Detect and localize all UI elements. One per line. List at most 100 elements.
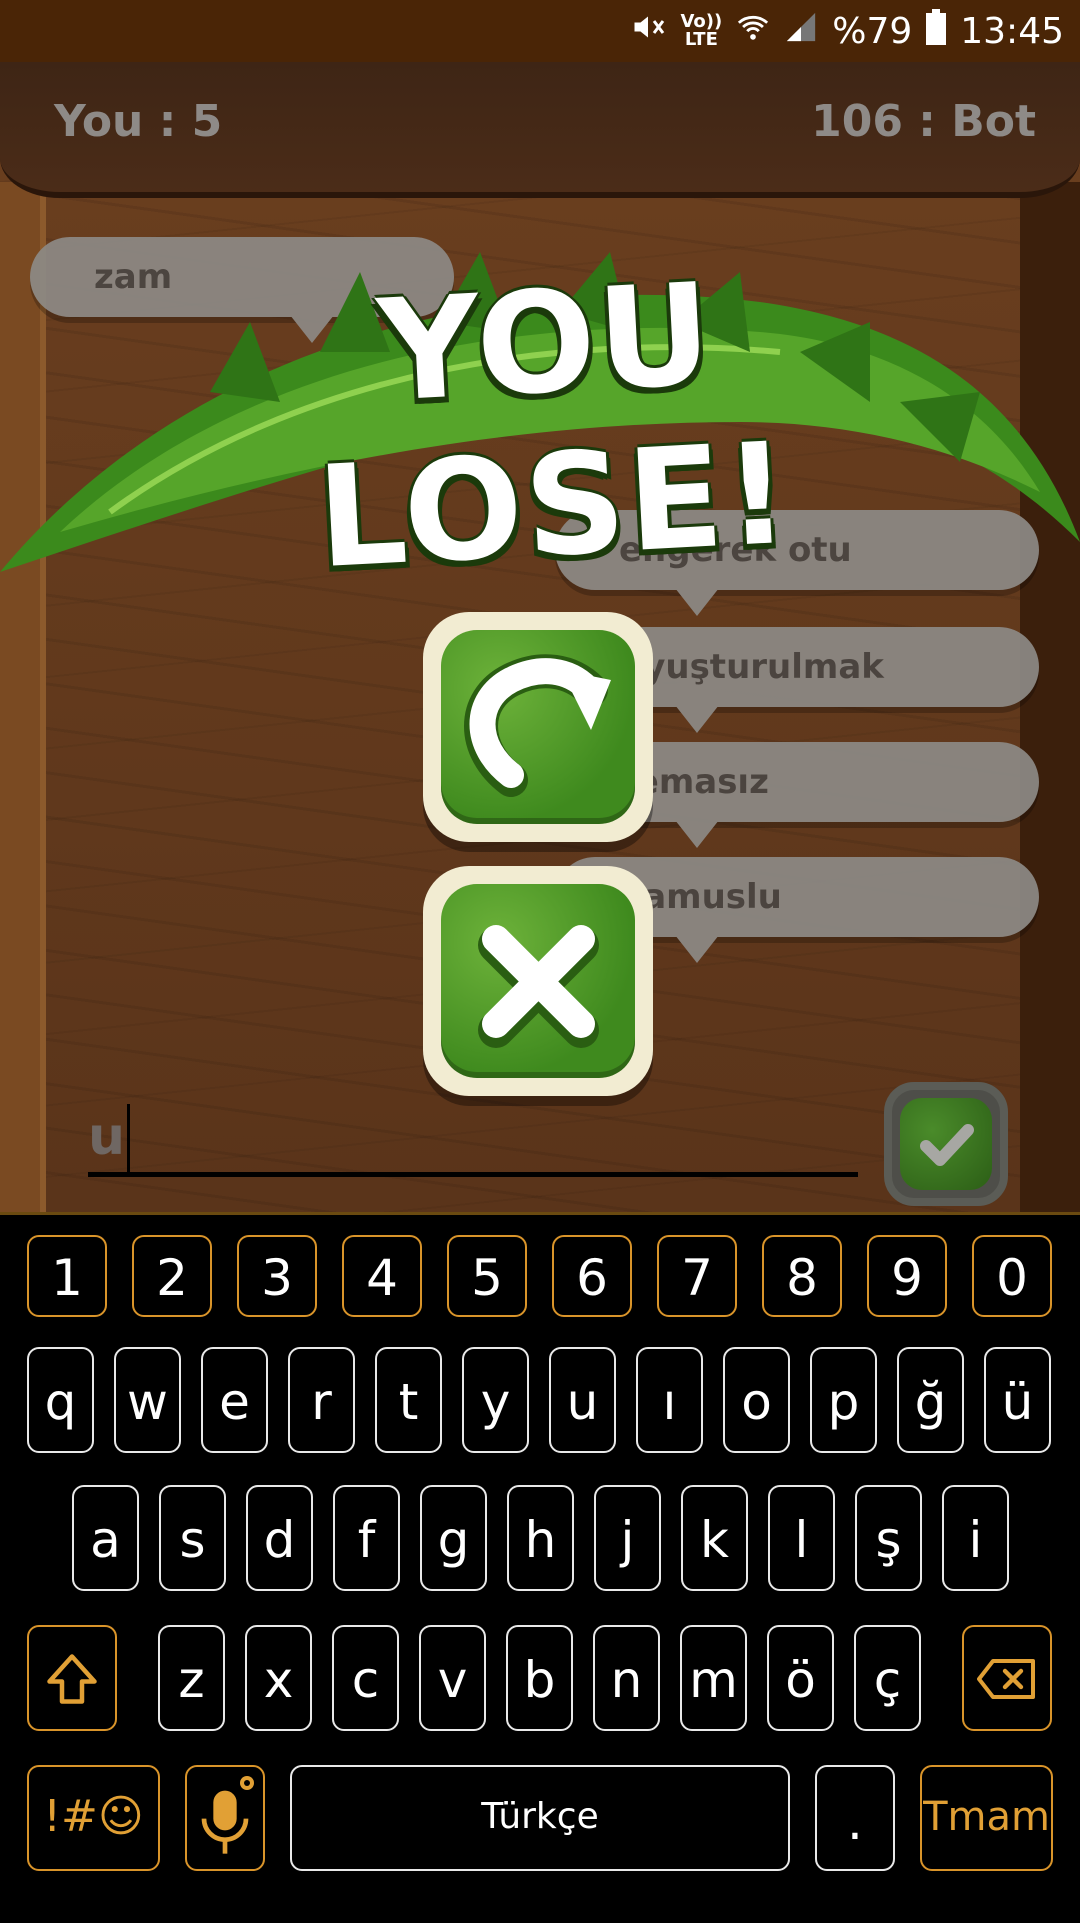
- key-label: k: [700, 1511, 729, 1569]
- key-w[interactable]: w: [114, 1347, 181, 1453]
- backspace-key[interactable]: [962, 1625, 1052, 1731]
- key-label: t: [398, 1373, 419, 1431]
- period-key[interactable]: .: [815, 1765, 895, 1871]
- key-label: x: [263, 1651, 294, 1709]
- key-u[interactable]: u: [549, 1347, 616, 1453]
- key-2[interactable]: 2: [132, 1235, 212, 1317]
- key-r[interactable]: r: [288, 1347, 355, 1453]
- key-8[interactable]: 8: [762, 1235, 842, 1317]
- key-ö[interactable]: ö: [767, 1625, 834, 1731]
- key-c[interactable]: c: [332, 1625, 399, 1731]
- word-input-value: u: [88, 1107, 126, 1167]
- settings-gear-icon: [240, 1776, 254, 1790]
- key-label: 0: [996, 1249, 1028, 1307]
- key-i[interactable]: i: [942, 1485, 1009, 1591]
- key-ğ[interactable]: ğ: [897, 1347, 964, 1453]
- key-4[interactable]: 4: [342, 1235, 422, 1317]
- key-k[interactable]: k: [681, 1485, 748, 1591]
- key-z[interactable]: z: [158, 1625, 225, 1731]
- key-5[interactable]: 5: [447, 1235, 527, 1317]
- key-label: 2: [156, 1249, 188, 1307]
- key-v[interactable]: v: [419, 1625, 486, 1731]
- close-button-face: [441, 884, 635, 1078]
- key-label: a: [90, 1511, 121, 1569]
- checkmark-icon: [920, 1124, 974, 1166]
- key-ı[interactable]: ı: [636, 1347, 703, 1453]
- symbols-key-label: !#☺: [43, 1791, 144, 1842]
- key-label: y: [480, 1373, 511, 1431]
- key-label: r: [311, 1373, 332, 1431]
- key-label: d: [263, 1511, 296, 1569]
- wifi-icon: [736, 10, 770, 53]
- key-1[interactable]: 1: [27, 1235, 107, 1317]
- retry-button[interactable]: [423, 612, 653, 842]
- key-ç[interactable]: ç: [854, 1625, 921, 1731]
- key-label: 4: [366, 1249, 398, 1307]
- key-s[interactable]: s: [159, 1485, 226, 1591]
- space-key[interactable]: Türkçe: [290, 1765, 790, 1871]
- signal-icon: [784, 10, 818, 53]
- space-key-label: Türkçe: [481, 1796, 599, 1837]
- key-6[interactable]: 6: [552, 1235, 632, 1317]
- done-key-label: Tmam: [923, 1794, 1050, 1840]
- key-9[interactable]: 9: [867, 1235, 947, 1317]
- key-label: ü: [1001, 1373, 1034, 1431]
- key-m[interactable]: m: [680, 1625, 747, 1731]
- key-x[interactable]: x: [245, 1625, 312, 1731]
- key-label: w: [127, 1373, 168, 1431]
- key-label: b: [523, 1651, 556, 1709]
- shift-icon: [47, 1654, 97, 1704]
- key-g[interactable]: g: [420, 1485, 487, 1591]
- key-3[interactable]: 3: [237, 1235, 317, 1317]
- key-label: l: [794, 1511, 809, 1569]
- key-label: f: [357, 1511, 376, 1569]
- key-label: 6: [576, 1249, 608, 1307]
- key-ü[interactable]: ü: [984, 1347, 1051, 1453]
- key-7[interactable]: 7: [657, 1235, 737, 1317]
- word-input[interactable]: u: [88, 1102, 858, 1177]
- battery-icon: [926, 8, 947, 54]
- period-key-label: .: [847, 1793, 863, 1851]
- done-key[interactable]: Tmam: [920, 1765, 1053, 1871]
- key-label: ş: [875, 1511, 902, 1569]
- key-label: j: [620, 1511, 635, 1569]
- key-t[interactable]: t: [375, 1347, 442, 1453]
- clock: 13:45: [960, 10, 1064, 52]
- symbols-key[interactable]: !#☺: [27, 1765, 160, 1871]
- key-n[interactable]: n: [593, 1625, 660, 1731]
- submit-button[interactable]: [884, 1082, 1008, 1206]
- key-label: g: [437, 1511, 470, 1569]
- submit-button-face: [900, 1098, 992, 1190]
- key-a[interactable]: a: [72, 1485, 139, 1591]
- key-b[interactable]: b: [506, 1625, 573, 1731]
- key-label: 1: [51, 1249, 83, 1307]
- key-label: 5: [471, 1249, 503, 1307]
- close-button[interactable]: [423, 866, 653, 1096]
- key-label: n: [610, 1651, 643, 1709]
- key-ş[interactable]: ş: [855, 1485, 922, 1591]
- voice-input-key[interactable]: [185, 1765, 265, 1871]
- key-0[interactable]: 0: [972, 1235, 1052, 1317]
- key-label: 9: [891, 1249, 923, 1307]
- key-j[interactable]: j: [594, 1485, 661, 1591]
- key-f[interactable]: f: [333, 1485, 400, 1591]
- key-p[interactable]: p: [810, 1347, 877, 1453]
- key-label: e: [219, 1373, 250, 1431]
- key-label: q: [44, 1373, 77, 1431]
- close-icon: [478, 925, 599, 1048]
- key-y[interactable]: y: [462, 1347, 529, 1453]
- key-l[interactable]: l: [768, 1485, 835, 1591]
- shift-key[interactable]: [27, 1625, 117, 1731]
- key-label: v: [437, 1651, 468, 1709]
- player-score: You : 5: [54, 96, 223, 147]
- key-label: ç: [873, 1651, 902, 1709]
- key-d[interactable]: d: [246, 1485, 313, 1591]
- key-label: p: [827, 1373, 860, 1431]
- key-h[interactable]: h: [507, 1485, 574, 1591]
- key-label: u: [566, 1373, 599, 1431]
- key-q[interactable]: q: [27, 1347, 94, 1453]
- key-o[interactable]: o: [723, 1347, 790, 1453]
- key-e[interactable]: e: [201, 1347, 268, 1453]
- key-label: 8: [786, 1249, 818, 1307]
- retry-button-face: [441, 630, 635, 824]
